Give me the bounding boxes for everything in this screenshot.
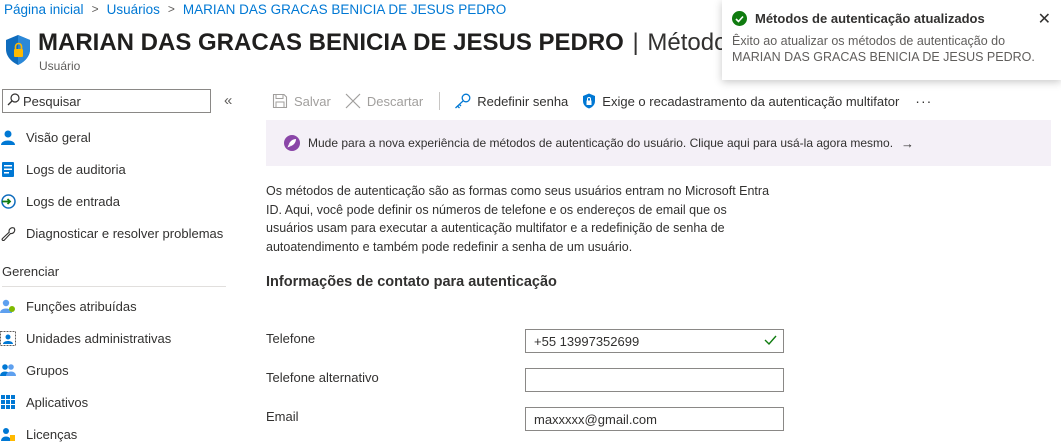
save-button[interactable]: Salvar xyxy=(272,93,331,109)
sidebar-item-overview[interactable]: Visão geral xyxy=(0,123,91,151)
phone-label: Telefone xyxy=(266,331,316,346)
sidebar-item-label: Logs de auditoria xyxy=(26,161,126,177)
reset-password-button[interactable]: Redefinir senha xyxy=(454,93,568,109)
close-icon xyxy=(345,93,361,109)
notification-body: Êxito ao atualizar os métodos de autenti… xyxy=(732,34,1035,64)
admin-units-icon xyxy=(0,330,16,346)
sign-in-log-icon xyxy=(0,193,16,209)
close-notification-button[interactable]: ✕ xyxy=(1038,9,1051,29)
search-input[interactable] xyxy=(23,93,203,109)
sidebar-item-groups[interactable]: Grupos xyxy=(0,356,69,384)
sidebar-item-label: Unidades administrativas xyxy=(26,330,172,346)
sidebar-item-applications[interactable]: Aplicativos xyxy=(0,388,88,416)
sidebar: « Visão geral Logs de auditoria Logs de … xyxy=(0,86,240,447)
require-mfa-label: Exige o recadastramento da autenticação … xyxy=(602,93,900,109)
alt-phone-label: Telefone alternativo xyxy=(266,370,379,385)
user-name: MARIAN DAS GRACAS BENICIA DE JESUS PEDRO xyxy=(38,29,624,56)
toolbar-divider xyxy=(439,92,441,110)
phone-input[interactable] xyxy=(534,333,754,349)
discard-label: Descartar xyxy=(366,93,424,109)
groups-icon xyxy=(0,362,16,378)
sidebar-item-label: Visão geral xyxy=(26,129,91,145)
description-text: Os métodos de autenticação são as formas… xyxy=(266,184,770,254)
sidebar-item-label: Aplicativos xyxy=(26,394,89,410)
chevron-right-icon: > xyxy=(91,2,99,16)
sidebar-item-sign-in-logs[interactable]: Logs de entrada xyxy=(0,187,120,215)
page-subtitle: Usuário xyxy=(39,59,81,73)
notification-header: Métodos de autenticação atualizados xyxy=(732,11,1047,26)
success-notification: Métodos de autenticação atualizados ✕ Êx… xyxy=(722,0,1061,80)
sidebar-item-licenses[interactable]: Licenças xyxy=(0,420,77,447)
sidebar-item-assigned-roles[interactable]: Funções atribuídas xyxy=(0,292,137,320)
email-label: Email xyxy=(266,409,299,424)
audit-log-icon xyxy=(0,161,16,177)
alt-phone-input[interactable] xyxy=(534,372,754,388)
banner-text: Mude para a nova experiência de métodos … xyxy=(308,136,894,150)
collapse-sidebar-button[interactable]: « xyxy=(224,92,232,109)
title-separator: | xyxy=(632,29,639,56)
arrow-right-icon: → xyxy=(901,135,915,151)
save-icon xyxy=(272,93,288,109)
sidebar-item-label: Diagnosticar e resolver problemas xyxy=(26,225,224,241)
sidebar-item-admin-units[interactable]: Unidades administrativas xyxy=(0,324,171,352)
require-mfa-reregister-button[interactable]: Exige o recadastramento da autenticação … xyxy=(582,93,899,109)
notification-title: Métodos de autenticação atualizados xyxy=(755,11,985,26)
sidebar-search[interactable] xyxy=(2,89,211,113)
sidebar-item-label: Grupos xyxy=(26,362,69,378)
apps-icon xyxy=(0,394,16,410)
breadcrumb: Página inicial > Usuários > MARIAN DAS G… xyxy=(4,0,506,18)
user-shield-icon xyxy=(4,34,32,66)
save-label: Salvar xyxy=(294,93,331,109)
chevron-right-icon: > xyxy=(167,2,175,16)
search-icon xyxy=(7,93,20,109)
breadcrumb-user[interactable]: MARIAN DAS GRACAS BENICIA DE JESUS PEDRO xyxy=(183,2,506,17)
contact-info-heading: Informações de contato para autenticação xyxy=(266,274,557,290)
shield-lock-icon xyxy=(582,93,596,109)
page-title: MARIAN DAS GRACAS BENICIA DE JESUS PEDRO… xyxy=(38,28,773,58)
page-header: MARIAN DAS GRACAS BENICIA DE JESUS PEDRO… xyxy=(4,26,773,76)
key-icon xyxy=(454,93,471,109)
reset-password-label: Redefinir senha xyxy=(477,93,569,109)
wrench-icon xyxy=(0,225,16,241)
sidebar-item-label: Funções atribuídas xyxy=(26,298,137,314)
person-icon xyxy=(0,129,16,145)
checkmark-icon xyxy=(764,334,777,349)
sidebar-divider xyxy=(2,286,226,287)
success-check-icon xyxy=(732,11,747,26)
phone-field[interactable] xyxy=(525,329,784,353)
sidebar-section-manage: Gerenciar xyxy=(2,264,60,279)
license-icon xyxy=(0,426,16,442)
sidebar-item-audit-logs[interactable]: Logs de auditoria xyxy=(0,155,126,183)
email-field[interactable] xyxy=(525,407,784,431)
sidebar-item-diagnose[interactable]: Diagnosticar e resolver problemas xyxy=(0,219,223,247)
alt-phone-field[interactable] xyxy=(525,368,784,392)
breadcrumb-users[interactable]: Usuários xyxy=(107,2,160,17)
rocket-icon xyxy=(284,135,300,151)
sidebar-item-label: Logs de entrada xyxy=(26,193,120,209)
new-experience-banner[interactable]: Mude para a nova experiência de métodos … xyxy=(266,120,1051,166)
command-bar: Salvar Descartar Redefinir senha Exige o… xyxy=(272,86,932,116)
discard-button[interactable]: Descartar xyxy=(345,93,423,109)
roles-icon xyxy=(0,298,16,314)
breadcrumb-home[interactable]: Página inicial xyxy=(4,2,84,17)
more-options-button[interactable]: ··· xyxy=(915,93,932,109)
email-input[interactable] xyxy=(534,411,754,427)
sidebar-item-label: Licenças xyxy=(26,426,78,442)
